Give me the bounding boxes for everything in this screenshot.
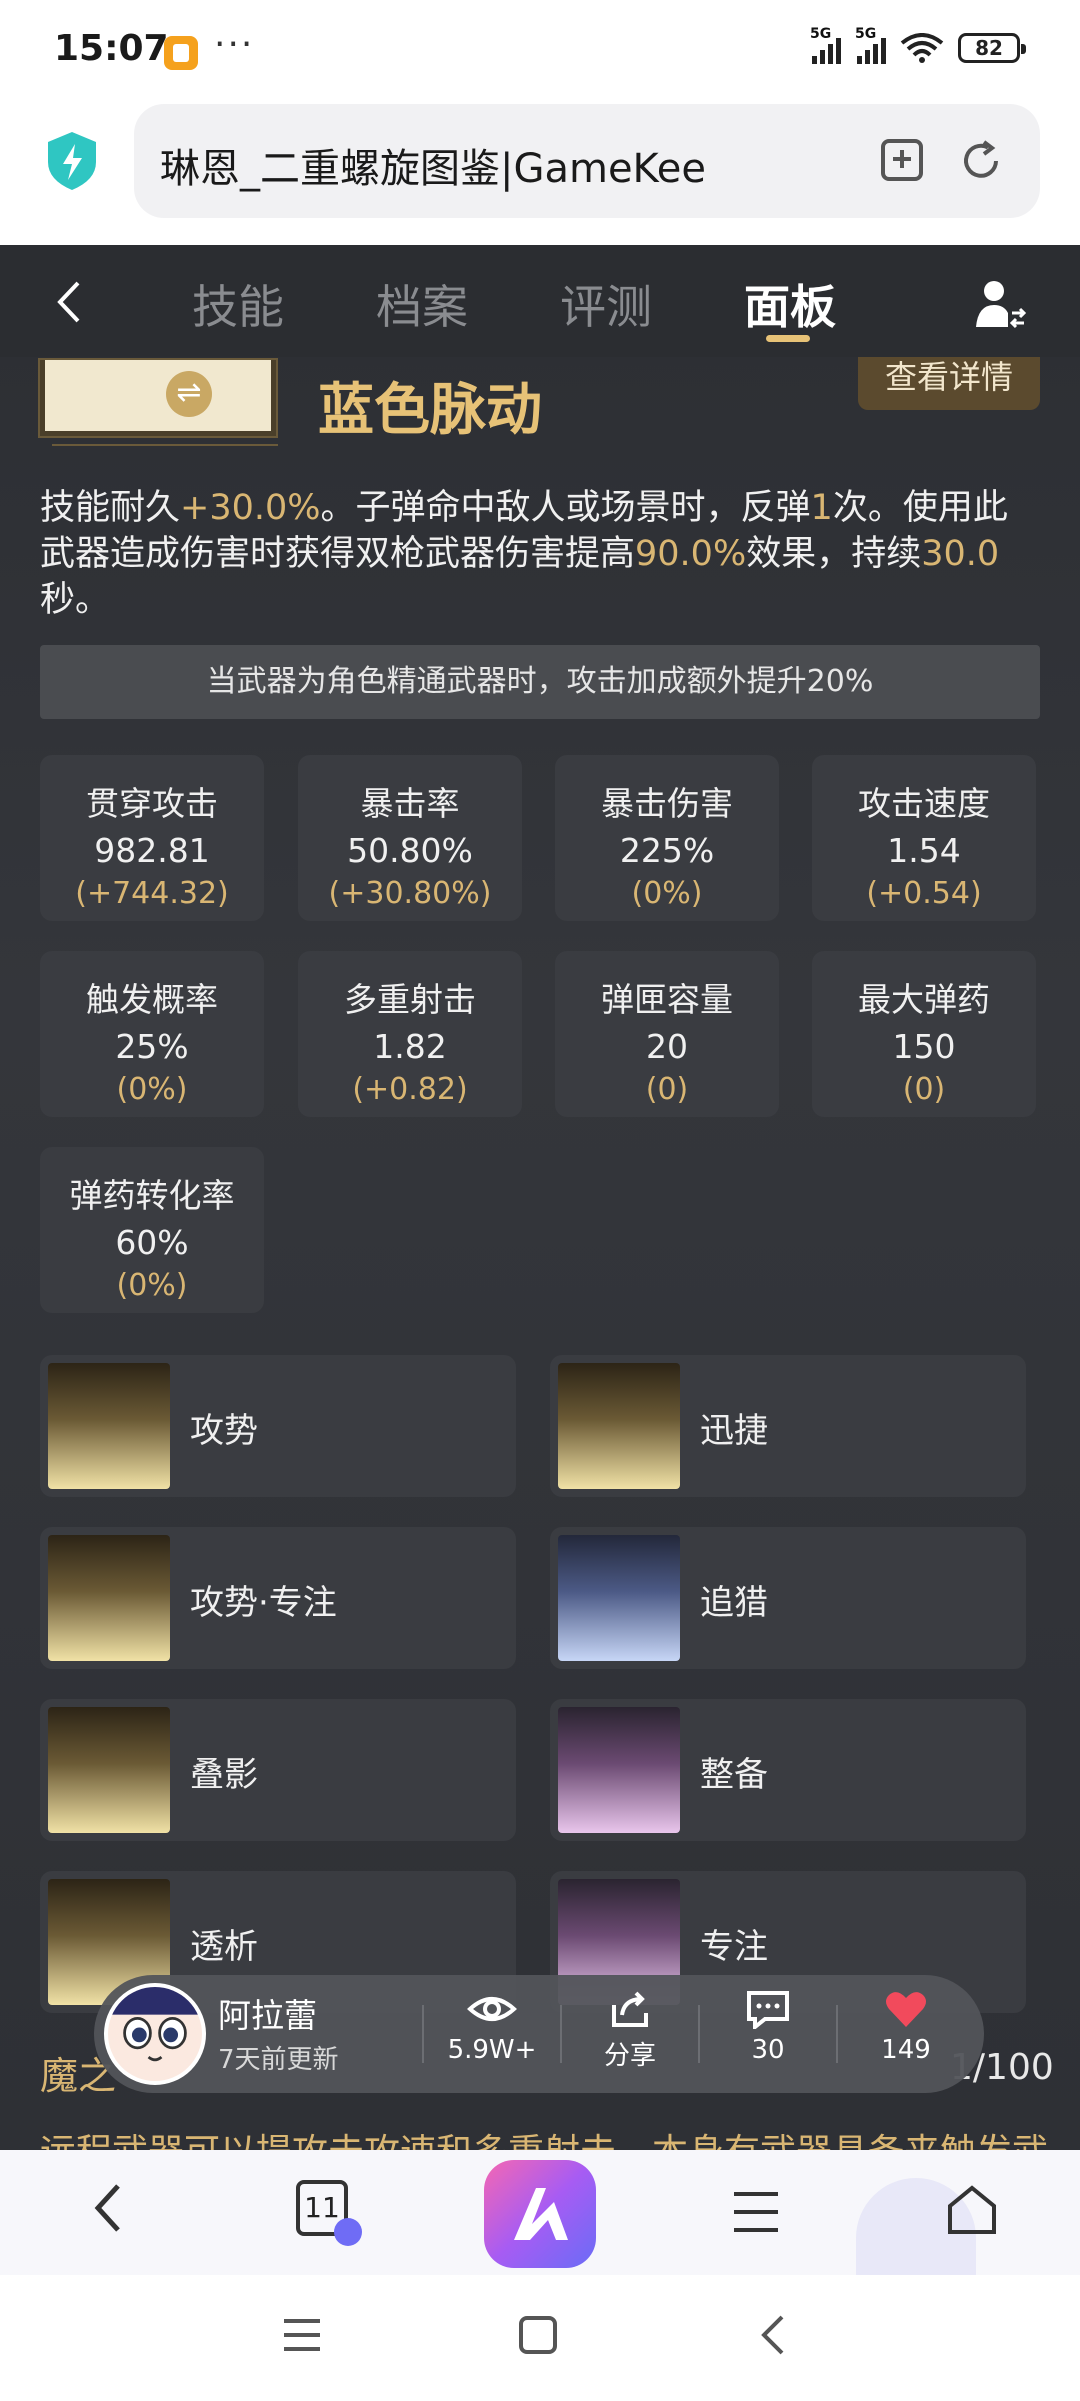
tab-review[interactable]: 评测 xyxy=(560,271,652,337)
comment-icon xyxy=(747,1991,789,2029)
mod-image xyxy=(558,1707,680,1833)
notification-app-icon xyxy=(164,36,198,70)
author-name[interactable]: 阿拉蕾 xyxy=(218,1989,317,2037)
tabs-badge-icon xyxy=(334,2218,362,2246)
status-bar: 15:07 ··· 5G 5G 82 xyxy=(0,0,1080,100)
mastery-bonus-note: 当武器为角色精通武器时，攻击加成额外提升20% xyxy=(40,645,1040,719)
weapon-card-frame xyxy=(52,440,278,446)
mod-image xyxy=(558,1363,680,1489)
back-icon[interactable] xyxy=(90,2180,124,2236)
status-time: 15:07 xyxy=(54,28,169,69)
home-icon[interactable] xyxy=(946,2184,998,2236)
share-button[interactable]: 分享 xyxy=(570,1989,690,2072)
stat-card: 暴击率 50.80% (+30.80%) xyxy=(298,755,522,921)
ai-assistant-button[interactable] xyxy=(484,2160,596,2268)
browser-toolbar: 11 xyxy=(0,2150,1080,2278)
mod-item[interactable]: 攻势 xyxy=(40,1355,516,1497)
wifi-icon xyxy=(900,33,944,63)
main-content: 技能 档案 评测 面板 ⇌ 蓝色脉动 查看详情 技能耐久+30.0%。子弹命中敌… xyxy=(0,245,1080,2150)
stat-card: 弹匣容量 20 (0) xyxy=(555,951,779,1117)
active-tab-indicator xyxy=(766,335,810,342)
ai-logo-icon xyxy=(514,2188,568,2240)
stat-card: 贯穿攻击 982.81 (+744.32) xyxy=(40,755,264,921)
security-shield-icon[interactable] xyxy=(44,130,100,192)
avatar[interactable] xyxy=(104,1983,206,2085)
status-indicators: 5G 5G 82 xyxy=(810,26,1026,64)
back-nav-icon[interactable] xyxy=(758,2313,788,2357)
weapon-description: 技能耐久+30.0%。子弹命中敌人或场景时，反弹1次。使用此武器造成伤害时获得双… xyxy=(40,488,1008,620)
divider xyxy=(422,2005,424,2063)
author-action-bar: 阿拉蕾 7天前更新 5.9W+ 分享 30 149 xyxy=(94,1975,984,2093)
weapon-name: 蓝色脉动 xyxy=(318,378,542,443)
mod-item[interactable]: 整备 xyxy=(550,1699,1026,1841)
divider xyxy=(836,2005,838,2063)
heart-icon xyxy=(886,1992,926,2027)
tab-profile[interactable]: 档案 xyxy=(376,271,468,337)
stat-card: 暴击伤害 225% (0%) xyxy=(555,755,779,921)
divider xyxy=(698,2005,700,2063)
updated-time: 7天前更新 xyxy=(218,2045,339,2075)
stat-card: 最大弹药 150 (0) xyxy=(812,951,1036,1117)
home-nav-icon[interactable] xyxy=(518,2315,558,2355)
tab-skills[interactable]: 技能 xyxy=(192,271,284,337)
comments-button[interactable]: 30 xyxy=(708,1989,828,2065)
browser-address-area: 琳恩_二重螺旋图鉴|GameKee xyxy=(0,100,1080,245)
menu-icon[interactable] xyxy=(732,2190,780,2234)
view-details-button[interactable]: 查看详情 xyxy=(858,350,1040,410)
mod-item[interactable]: 攻势·专注 xyxy=(40,1527,516,1669)
reload-icon[interactable] xyxy=(958,138,1004,184)
weapon-image[interactable] xyxy=(38,358,278,438)
user-switch-icon[interactable] xyxy=(970,275,1028,333)
back-arrow-icon[interactable] xyxy=(54,279,84,325)
more-notifications-icon: ··· xyxy=(214,24,255,65)
mod-image xyxy=(48,1535,170,1661)
tab-panel[interactable]: 面板 xyxy=(744,271,836,337)
mod-item[interactable]: 追猎 xyxy=(550,1527,1026,1669)
mod-image xyxy=(558,1535,680,1661)
section-description: 远程武器可以提攻击攻速和多重射击，本身有武器具备来触发武 xyxy=(40,2123,1048,2150)
page-title[interactable]: 琳恩_二重螺旋图鉴|GameKee xyxy=(160,136,706,194)
signal-icon-2: 5G xyxy=(855,26,886,64)
mod-item[interactable]: 迅捷 xyxy=(550,1355,1026,1497)
stat-card: 攻击速度 1.54 (+0.54) xyxy=(812,755,1036,921)
tab-navigation: 技能 档案 评测 面板 xyxy=(0,245,1080,357)
views-button[interactable]: 5.9W+ xyxy=(432,1989,552,2065)
add-bookmark-icon[interactable] xyxy=(880,138,924,182)
system-navigation-bar xyxy=(0,2275,1080,2401)
divider xyxy=(560,2005,562,2063)
swap-weapon-icon[interactable]: ⇌ xyxy=(166,371,212,417)
stat-card: 触发概率 25% (0%) xyxy=(40,951,264,1117)
mod-image xyxy=(48,1707,170,1833)
recent-apps-icon[interactable] xyxy=(282,2317,322,2353)
battery-icon: 82 xyxy=(958,33,1026,63)
signal-icon: 5G xyxy=(810,26,841,64)
stat-card: 多重射击 1.82 (+0.82) xyxy=(298,951,522,1117)
mod-image xyxy=(48,1363,170,1489)
stat-card: 弹药转化率 60% (0%) xyxy=(40,1147,264,1313)
like-button[interactable]: 149 xyxy=(846,1989,966,2065)
eye-icon xyxy=(467,1997,517,2021)
share-icon xyxy=(612,1991,648,2027)
mod-item[interactable]: 叠影 xyxy=(40,1699,516,1841)
address-bar[interactable]: 琳恩_二重螺旋图鉴|GameKee xyxy=(134,104,1040,218)
